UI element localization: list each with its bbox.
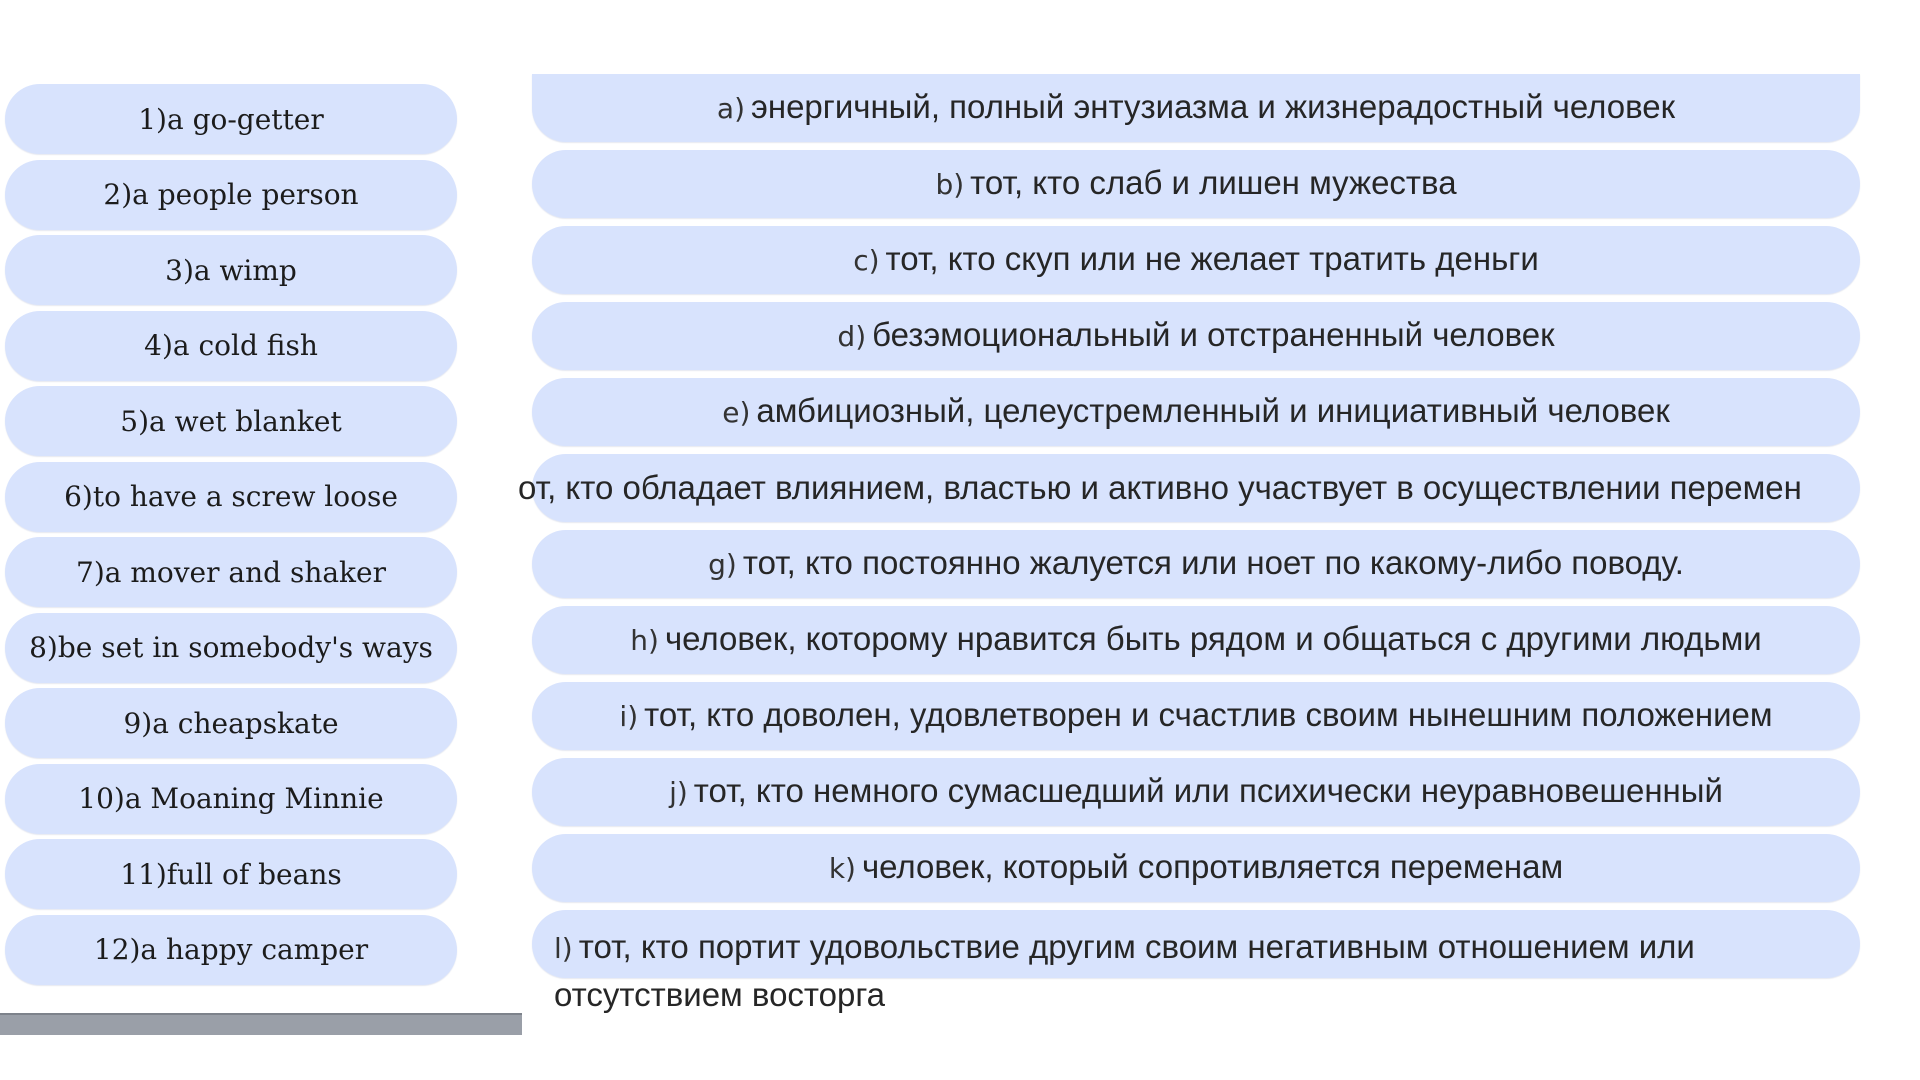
term-label: 3)a wimp bbox=[165, 253, 297, 287]
definition-body: тот, кто немного сумасшедший или психиче… bbox=[693, 772, 1723, 809]
definition-letter: d) bbox=[837, 320, 867, 353]
definition-card[interactable]: g) тот, кто постоянно жалуется или ноет п… bbox=[532, 530, 1860, 598]
term-card[interactable]: 9)a cheapskate bbox=[5, 688, 457, 758]
definition-body: амбициозный, целеустремленный и инициати… bbox=[756, 392, 1670, 429]
definition-letter: c) bbox=[853, 244, 880, 277]
term-label: 4)a cold fish bbox=[144, 329, 318, 362]
definition-letter: g) bbox=[708, 548, 737, 581]
definition-body: безэмоциональный и отстраненный человек bbox=[872, 316, 1555, 353]
definition-body: энергичный, полный энтузиазма и жизнерад… bbox=[751, 88, 1676, 125]
definition-letter: b) bbox=[935, 168, 965, 201]
definition-text: e) амбициозный, целеустремленный и инициа… bbox=[532, 391, 1860, 433]
term-label: 5)a wet blanket bbox=[120, 404, 342, 438]
term-label: 7)a mover and shaker bbox=[76, 555, 386, 589]
term-label: 11)full of beans bbox=[120, 857, 342, 891]
term-card[interactable]: 11)full of beans bbox=[5, 839, 457, 909]
term-card[interactable]: 3)a wimp bbox=[5, 235, 457, 305]
definition-body: тот, кто слаб и лишен мужества bbox=[970, 164, 1457, 201]
definition-text: l) тот, кто портит удовольствие другим св… bbox=[554, 924, 1854, 1018]
term-card[interactable]: 5)a wet blanket bbox=[5, 386, 457, 456]
term-card[interactable]: 4)a cold fish bbox=[5, 310, 457, 381]
term-card[interactable]: 1)a go-getter bbox=[5, 84, 457, 154]
definition-letter: k) bbox=[828, 852, 856, 885]
definition-text: d) безэмоциональный и отстраненный челове… bbox=[532, 315, 1860, 357]
definition-card[interactable]: c) тот, кто скуп или не желает тратить де… bbox=[532, 226, 1860, 294]
definition-text: g) тот, кто постоянно жалуется или ноет п… bbox=[532, 543, 1860, 585]
definition-letter: j) bbox=[669, 776, 688, 809]
definitions-column: a) энергичный, полный энтузиазма и жизнер… bbox=[518, 74, 1860, 1013]
definition-text: k) человек, который сопротивляется переме… bbox=[532, 847, 1860, 889]
horizontal-scrollbar[interactable] bbox=[0, 1013, 522, 1035]
definition-text: i) тот, кто доволен, удовлетворен и счаст… bbox=[532, 695, 1860, 737]
definition-text: b) тот, кто слаб и лишен мужества bbox=[532, 163, 1860, 205]
term-label: 9)a cheapskate bbox=[123, 706, 339, 740]
definition-card[interactable]: от, кто обладает влиянием, властью и акт… bbox=[518, 454, 1860, 522]
definition-body: человек, который сопротивляется перемена… bbox=[861, 848, 1564, 885]
definition-letter: l) bbox=[554, 932, 573, 965]
term-label: 12)a happy camper bbox=[93, 933, 369, 966]
term-label: 8)be set in somebody's ways bbox=[29, 631, 433, 664]
term-label: 1)a go-getter bbox=[138, 102, 324, 136]
definition-text: от, кто обладает влиянием, властью и акт… bbox=[518, 468, 1802, 508]
definition-card[interactable]: h) человек, которому нравится быть рядом … bbox=[532, 606, 1860, 674]
definition-body: тот, кто доволен, удовлетворен и счастли… bbox=[644, 696, 1773, 733]
term-card[interactable]: 8)be set in somebody's ways bbox=[5, 612, 457, 683]
term-label: 10)a Moaning Minnie bbox=[78, 782, 384, 815]
definition-body: от, кто обладает влиянием, властью и акт… bbox=[518, 469, 1802, 506]
definition-letter: h) bbox=[630, 624, 659, 657]
definition-card[interactable]: d) безэмоциональный и отстраненный челове… bbox=[532, 302, 1860, 370]
definition-text: h) человек, которому нравится быть рядом … bbox=[532, 619, 1860, 661]
definition-card[interactable]: a) энергичный, полный энтузиазма и жизнер… bbox=[532, 74, 1860, 142]
term-card[interactable]: 7)a mover and shaker bbox=[5, 537, 457, 607]
terms-column: 1)a go-getter 2)a people person 3)a wimp… bbox=[5, 84, 457, 990]
definition-text: c) тот, кто скуп или не желает тратить де… bbox=[532, 239, 1860, 281]
term-card[interactable]: 10)a Moaning Minnie bbox=[5, 763, 457, 834]
definition-letter: a) bbox=[716, 92, 746, 125]
definition-card[interactable]: b) тот, кто слаб и лишен мужества bbox=[532, 150, 1860, 218]
term-label: 6)to have a screw loose bbox=[64, 480, 398, 513]
definition-card[interactable]: k) человек, который сопротивляется переме… bbox=[532, 834, 1860, 902]
definition-body: тот, кто постоянно жалуется или ноет по … bbox=[742, 544, 1684, 581]
definition-card[interactable]: i) тот, кто доволен, удовлетворен и счаст… bbox=[532, 682, 1860, 750]
definition-letter: e) bbox=[722, 396, 751, 429]
definition-body: тот, кто скуп или не желает тратить день… bbox=[885, 240, 1539, 277]
term-label: 2)a people person bbox=[103, 178, 359, 211]
definition-card[interactable]: j) тот, кто немного сумасшедший или психи… bbox=[532, 758, 1860, 826]
definition-card[interactable]: l) тот, кто портит удовольствие другим св… bbox=[532, 910, 1860, 1013]
term-card[interactable]: 6)to have a screw loose bbox=[5, 461, 457, 532]
definition-body: человек, которому нравится быть рядом и … bbox=[664, 620, 1762, 657]
term-card[interactable]: 12)a happy camper bbox=[5, 914, 457, 985]
term-card[interactable]: 2)a people person bbox=[5, 159, 457, 230]
definition-body: тот, кто портит удовольствие другим свои… bbox=[554, 928, 1695, 1013]
definition-text: a) энергичный, полный энтузиазма и жизнер… bbox=[532, 87, 1860, 129]
definition-text: j) тот, кто немного сумасшедший или психи… bbox=[532, 771, 1860, 813]
definition-letter: i) bbox=[619, 700, 639, 733]
definition-card[interactable]: e) амбициозный, целеустремленный и инициа… bbox=[532, 378, 1860, 446]
